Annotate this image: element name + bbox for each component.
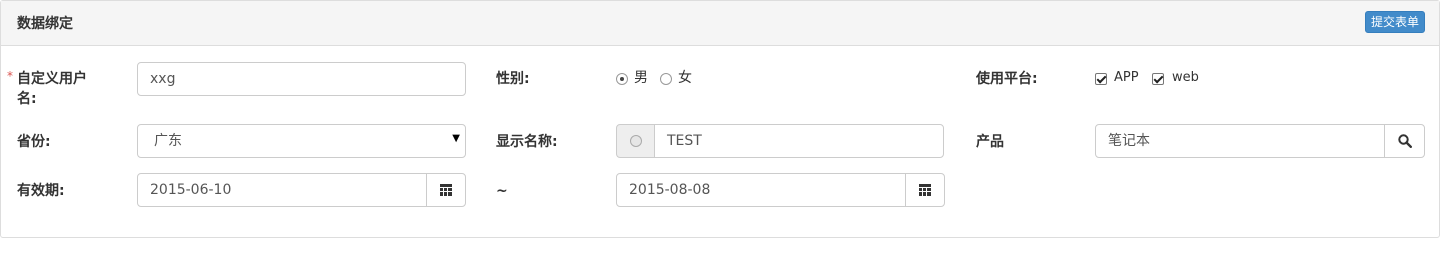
display-name-input[interactable]: TEST (654, 124, 944, 158)
validity-end-calendar-button[interactable] (905, 173, 945, 207)
display-name-group: TEST (616, 124, 944, 158)
username-label: 自定义用户 名: (17, 69, 87, 109)
search-icon (1397, 134, 1412, 148)
validity-start-calendar-button[interactable] (426, 173, 466, 207)
panel-heading: 数据绑定 提交表单 (1, 1, 1439, 46)
date-range-separator: ~ (496, 183, 508, 199)
username-label-line1: 自定义用户 (17, 71, 87, 87)
validity-start-input[interactable]: 2015-06-10 (137, 173, 427, 207)
required-mark: * (7, 69, 13, 83)
product-group: 笔记本 (1095, 124, 1425, 158)
submit-form-button[interactable]: 提交表单 (1365, 11, 1425, 33)
platform-app-checkbox[interactable] (1095, 73, 1107, 85)
validity-end-group: 2015-08-08 (616, 173, 945, 207)
validity-start-group: 2015-06-10 (137, 173, 466, 207)
gender-female-label: 女 (678, 70, 692, 86)
platform-web-label: web (1172, 70, 1199, 85)
username-input[interactable]: xxg (137, 62, 466, 96)
gender-male-label: 男 (634, 70, 648, 86)
platform-label: 使用平台: (976, 71, 1038, 87)
calendar-icon (440, 184, 452, 196)
validity-label: 有效期: (17, 183, 65, 199)
product-input[interactable]: 笔记本 (1095, 124, 1385, 158)
product-label: 产品 (976, 134, 1004, 150)
gender-label: 性别: (496, 71, 530, 87)
calendar-icon (919, 184, 931, 196)
gender-male-radio[interactable] (616, 73, 628, 85)
gender-female-radio[interactable] (660, 73, 672, 85)
validity-end-input[interactable]: 2015-08-08 (616, 173, 906, 207)
display-name-radio[interactable] (629, 135, 642, 147)
province-select[interactable]: 广东 ▼ (137, 124, 466, 158)
product-search-button[interactable] (1384, 124, 1425, 158)
province-select-value: 广东 (137, 124, 466, 158)
display-name-label: 显示名称: (496, 134, 558, 150)
panel-title: 数据绑定 (17, 16, 73, 32)
platform-web-checkbox[interactable] (1152, 73, 1164, 85)
province-label: 省份: (17, 134, 51, 150)
platform-app-label: APP (1114, 70, 1139, 85)
caret-down-icon: ▼ (452, 133, 460, 144)
data-binding-panel: 数据绑定 提交表单 * 自定义用户 名: xxg 性别: 男 女 使用平台: A… (0, 0, 1440, 238)
username-label-line2: 名: (17, 91, 37, 107)
display-name-addon (616, 124, 655, 158)
